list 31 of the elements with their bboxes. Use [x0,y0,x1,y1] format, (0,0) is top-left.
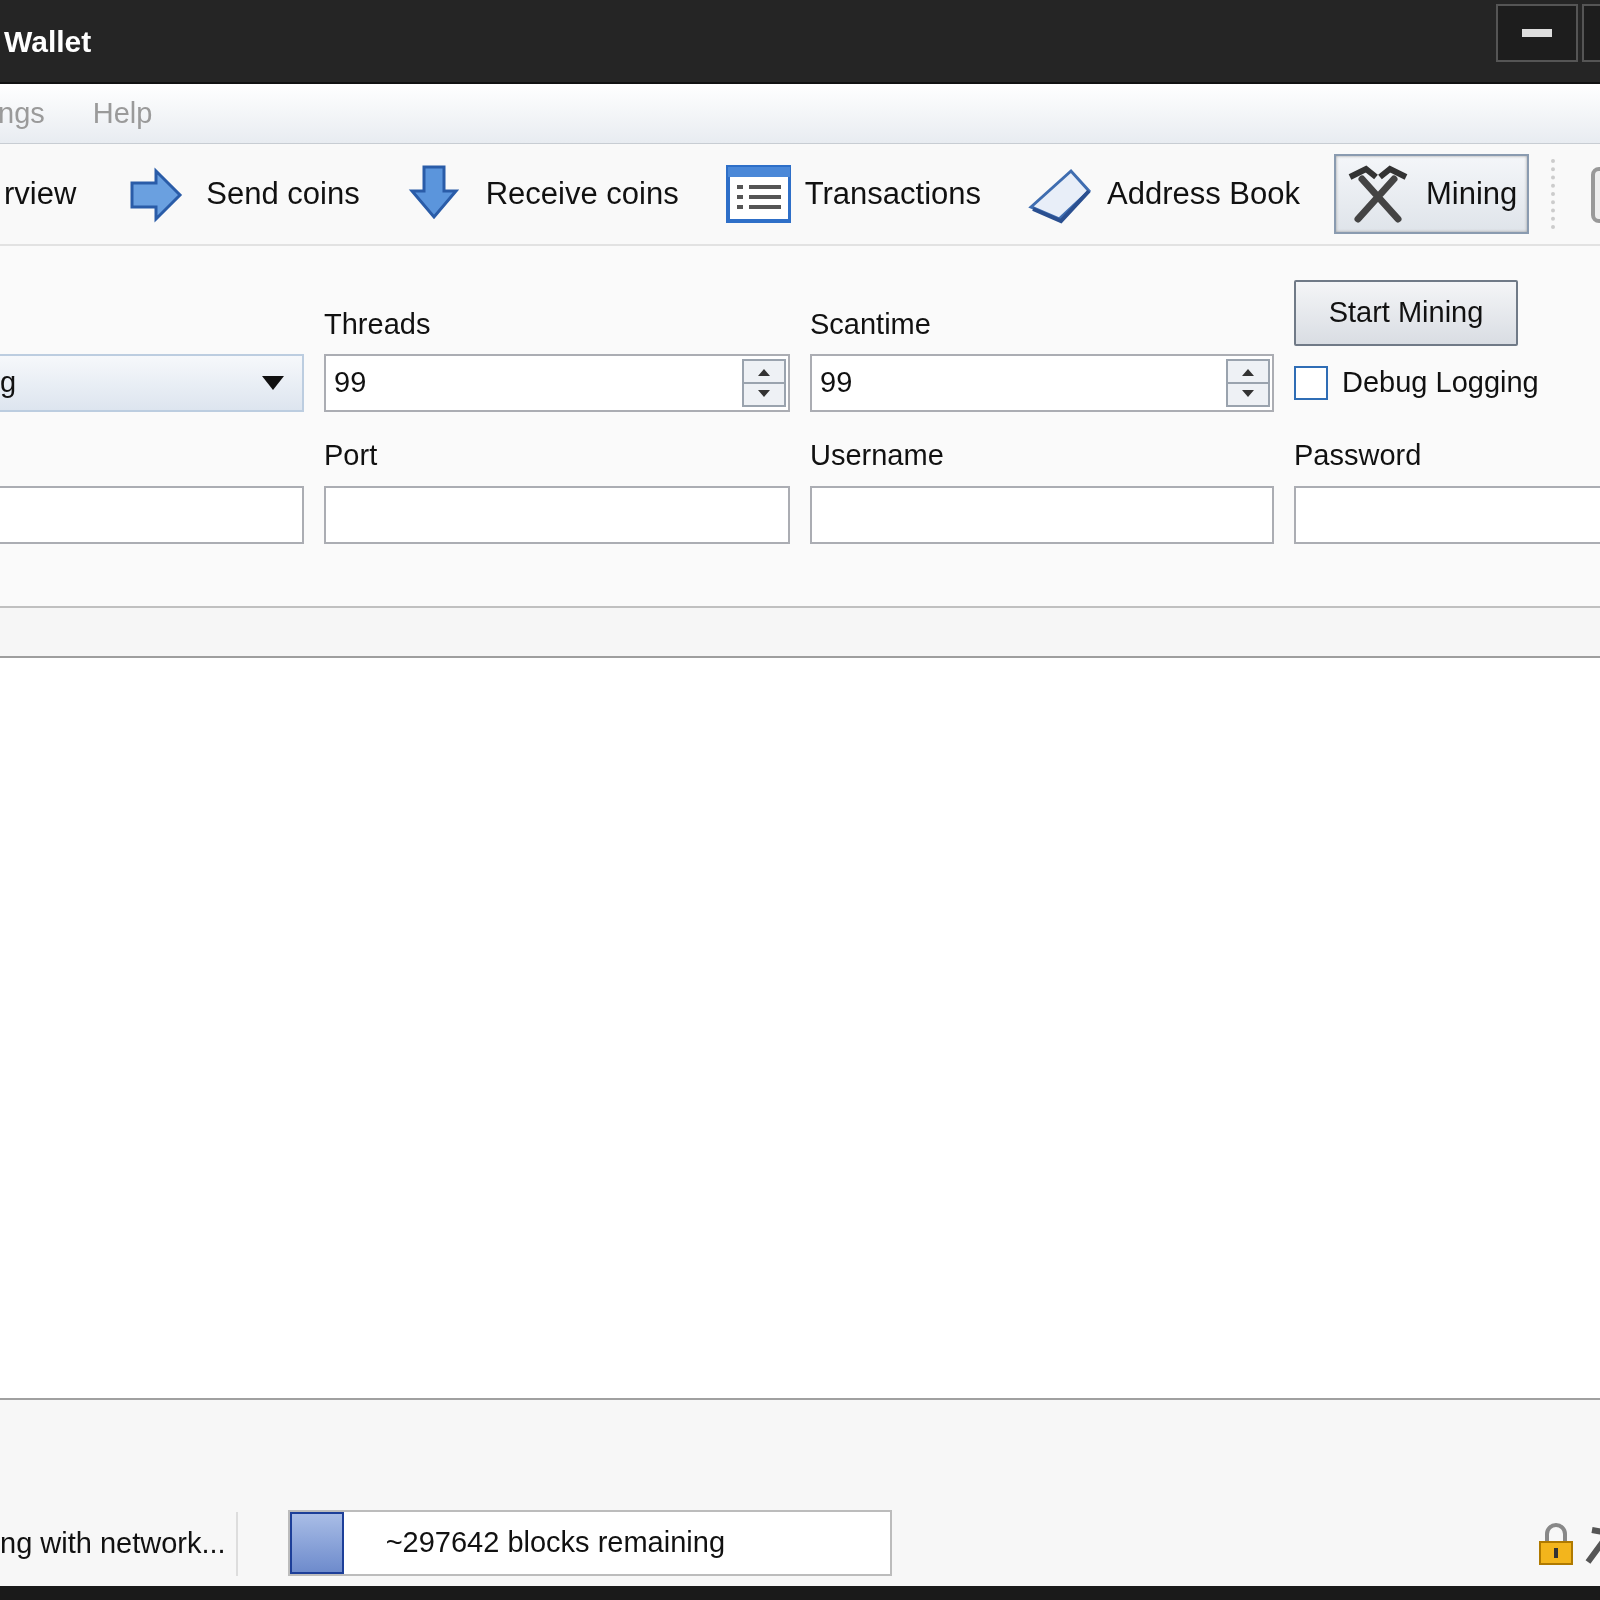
checkbox[interactable] [1294,366,1328,400]
toolbar-tab[interactable]: Send coins [114,154,372,234]
input-field[interactable] [810,485,1274,544]
field-label: Password [1294,438,1423,473]
spin-box[interactable]: 99 [810,354,1274,412]
field-label: Port [324,438,379,473]
caret-icon [262,376,284,390]
toolbar-tab[interactable]: rview [0,154,115,234]
minimize-button[interactable] [1496,4,1578,62]
spinner-arrows-icon [742,359,786,407]
list-icon [724,163,791,225]
mode-dropdown[interactable]: g [0,354,304,412]
progress-text: ~297642 blocks remaining [385,1525,726,1561]
field-label: Username [810,438,945,473]
toolbar-tab[interactable]: Receive coins [393,154,691,234]
start-mining-button[interactable]: Start Mining [1294,280,1518,346]
field-label: Scantime [810,306,932,342]
maximize-button[interactable] [1582,4,1600,62]
window-title: Wallet [3,23,92,60]
toolbar-tab[interactable]: Mining [1334,154,1530,234]
checkbox-label: Debug Logging [1342,365,1539,401]
field-label: Threads [324,306,432,342]
spinner-arrows-icon [1226,359,1270,407]
toolbar-tab[interactable]: Address Book [1015,154,1313,234]
input-field[interactable] [324,485,790,544]
lock-icon [1538,1522,1574,1566]
input-field[interactable] [1294,485,1600,544]
sync-status-text: ng with network... [0,1512,238,1576]
toolbar-tab[interactable]: Transactions [712,154,994,234]
spin-box[interactable]: 99 [324,354,790,412]
input-field[interactable] [0,485,304,544]
